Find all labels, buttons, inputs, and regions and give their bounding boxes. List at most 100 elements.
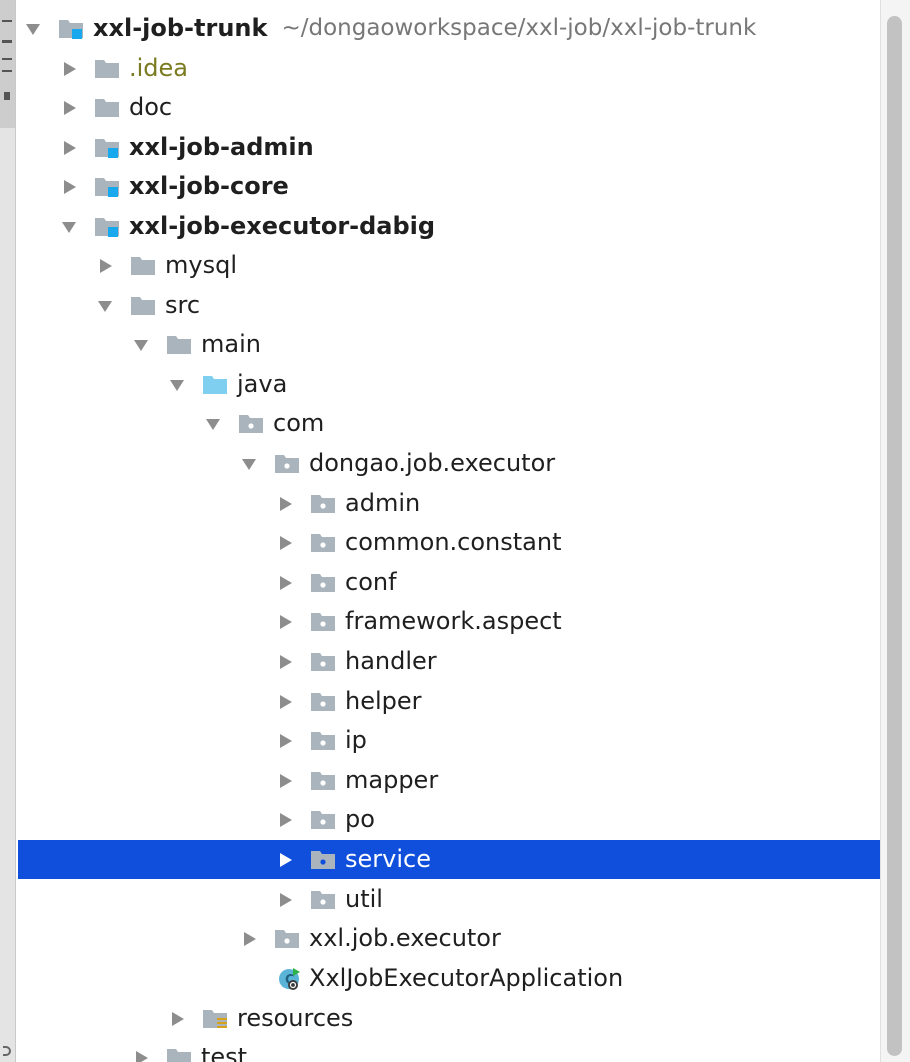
- tree-node-label: xxl.job.executor: [309, 924, 501, 952]
- chevron-down-icon[interactable]: [62, 218, 76, 236]
- tree-node-label: xxl-job-trunk: [93, 14, 268, 42]
- tree-node-label: mapper: [345, 766, 439, 794]
- tree-node-label: .idea: [129, 54, 189, 82]
- chevron-right-icon[interactable]: [278, 613, 292, 631]
- tree-node-xxljobexecutorapplication[interactable]: C XxlJobExecutorApplication: [18, 959, 880, 998]
- chevron-down-icon[interactable]: [242, 455, 256, 473]
- tree-node-dongao-job-executor[interactable]: dongao.job.executor: [18, 444, 880, 483]
- chevron-right-icon[interactable]: [278, 732, 292, 750]
- tree-node-framework-aspect[interactable]: framework.aspect: [18, 602, 880, 641]
- tree-node-util[interactable]: util: [18, 880, 880, 919]
- module-folder-icon: [59, 19, 83, 39]
- tree-node-label: xxl-job-executor-dabig: [129, 212, 436, 240]
- tree-node-com[interactable]: com: [18, 404, 880, 443]
- source-folder-icon: [203, 375, 227, 394]
- package-icon: [311, 494, 335, 513]
- chevron-right-icon[interactable]: [62, 99, 76, 117]
- package-icon: [311, 612, 335, 631]
- tree-node-helper[interactable]: helper: [18, 682, 880, 721]
- tree-node-conf[interactable]: conf: [18, 563, 880, 602]
- chevron-right-icon[interactable]: [98, 257, 112, 275]
- chevron-down-icon[interactable]: [98, 297, 112, 315]
- module-folder-icon: [95, 138, 119, 158]
- tree-node-label: XxlJobExecutorApplication: [309, 964, 624, 992]
- tree-node-service[interactable]: service: [18, 840, 880, 879]
- tree-node-java[interactable]: java: [18, 365, 880, 404]
- chevron-right-icon[interactable]: [278, 653, 292, 671]
- chevron-down-icon[interactable]: [206, 415, 220, 433]
- tree-node-idea[interactable]: .idea: [18, 49, 880, 88]
- tree-node-label: main: [201, 330, 261, 358]
- scrollbar-thumb[interactable]: [887, 16, 902, 1056]
- folder-icon: [95, 59, 119, 78]
- chevron-right-icon[interactable]: [170, 1010, 184, 1028]
- tree-node-xxl-job-executor[interactable]: xxl.job.executor: [18, 919, 880, 958]
- folder-icon: [95, 98, 119, 117]
- chevron-right-icon[interactable]: [278, 495, 292, 513]
- tree-node-common-constant[interactable]: common.constant: [18, 523, 880, 562]
- project-path-hint: ~/dongaoworkspace/xxl-job/xxl-job-trunk: [281, 15, 757, 41]
- tree-node-admin[interactable]: admin: [18, 484, 880, 523]
- folder-icon: [167, 335, 191, 354]
- tree-node-label: helper: [345, 687, 422, 715]
- tree-node-po[interactable]: po: [18, 800, 880, 839]
- package-icon: [311, 533, 335, 552]
- module-folder-icon: [95, 177, 119, 197]
- chevron-right-icon[interactable]: [278, 851, 292, 869]
- vertical-scrollbar[interactable]: [880, 0, 910, 1062]
- tree-node-xxl-job-core[interactable]: xxl-job-core: [18, 167, 880, 206]
- module-folder-icon: [95, 217, 119, 237]
- package-icon: [311, 890, 335, 909]
- chevron-right-icon[interactable]: [62, 60, 76, 78]
- tree-node-resources[interactable]: resources: [18, 999, 880, 1038]
- chevron-right-icon[interactable]: [278, 534, 292, 552]
- tree-node-label: conf: [345, 568, 397, 596]
- chevron-right-icon[interactable]: [62, 139, 76, 157]
- tree-node-main[interactable]: main: [18, 325, 880, 364]
- tree-node-label: admin: [345, 489, 421, 517]
- folder-icon: [131, 256, 155, 275]
- tree-node-label: framework.aspect: [345, 607, 562, 635]
- tree-node-label: po: [345, 805, 375, 833]
- tree-node-label: xxl-job-core: [129, 172, 289, 200]
- tree-node-mapper[interactable]: mapper: [18, 761, 880, 800]
- tree-node-label: util: [345, 885, 383, 913]
- chevron-down-icon[interactable]: [26, 20, 40, 38]
- left-tool-strip: [0, 0, 16, 1062]
- tree-node-xxl-job-executor-dabig[interactable]: xxl-job-executor-dabig: [18, 207, 880, 246]
- project-tool-window: xxl-job-trunk ~/dongaoworkspace/xxl-job/…: [0, 0, 910, 1062]
- tree-node-doc[interactable]: doc: [18, 88, 880, 127]
- project-tool-tab[interactable]: [0, 0, 15, 128]
- chevron-down-icon[interactable]: [134, 336, 148, 354]
- tree-node-label: java: [237, 370, 288, 398]
- tree-node-label: service: [345, 845, 431, 873]
- tree-node-src[interactable]: src: [18, 286, 880, 325]
- tree-node-label: xxl-job-admin: [129, 133, 314, 161]
- resources-folder-icon: [203, 1009, 227, 1028]
- package-icon: [311, 652, 335, 671]
- tree-node-handler[interactable]: handler: [18, 642, 880, 681]
- project-tree: xxl-job-trunk ~/dongaoworkspace/xxl-job/…: [18, 0, 880, 1062]
- chevron-right-icon[interactable]: [278, 693, 292, 711]
- package-icon: [275, 454, 299, 473]
- structure-tab-icon[interactable]: [3, 1046, 11, 1056]
- chevron-right-icon[interactable]: [62, 178, 76, 196]
- chevron-right-icon[interactable]: [278, 574, 292, 592]
- chevron-right-icon[interactable]: [278, 811, 292, 829]
- tree-node-label: mysql: [165, 251, 237, 279]
- chevron-right-icon[interactable]: [278, 891, 292, 909]
- tree-node-ip[interactable]: ip: [18, 721, 880, 760]
- tree-node-label: resources: [237, 1004, 354, 1032]
- tree-node-test[interactable]: test: [18, 1038, 880, 1062]
- tree-node-root[interactable]: xxl-job-trunk ~/dongaoworkspace/xxl-job/…: [18, 9, 880, 48]
- chevron-down-icon[interactable]: [170, 376, 184, 394]
- tree-node-xxl-job-admin[interactable]: xxl-job-admin: [18, 128, 880, 167]
- tree-node-mysql[interactable]: mysql: [18, 246, 880, 285]
- chevron-right-icon[interactable]: [134, 1049, 148, 1062]
- chevron-right-icon[interactable]: [242, 930, 256, 948]
- package-icon: [239, 414, 263, 433]
- package-icon: [311, 731, 335, 750]
- chevron-right-icon[interactable]: [278, 772, 292, 790]
- tree-node-label: src: [165, 291, 201, 319]
- tree-node-label: dongao.job.executor: [309, 449, 556, 477]
